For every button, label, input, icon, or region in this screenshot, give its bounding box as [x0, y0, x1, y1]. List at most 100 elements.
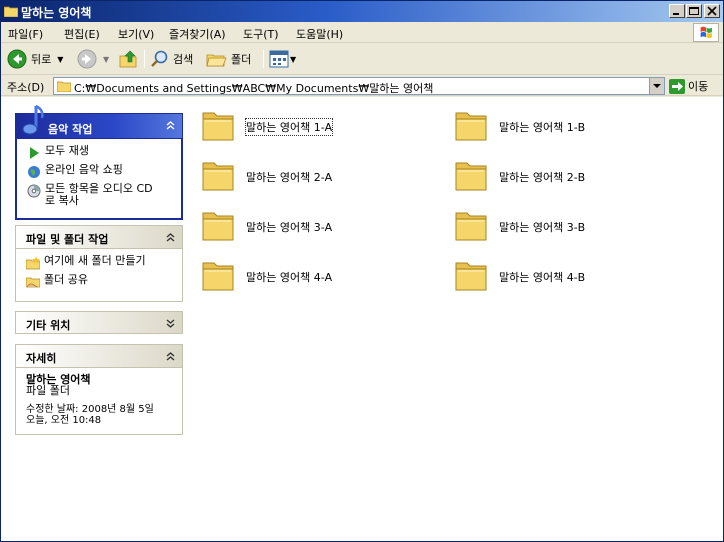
globe-icon	[28, 166, 40, 178]
chevron-up-icon[interactable]	[164, 231, 177, 244]
go-label: 이동	[688, 80, 709, 93]
other-places-panel: 기타 위치	[15, 311, 183, 334]
folder-label: 말하는 영어책 3-B	[499, 221, 586, 234]
play-all-link[interactable]: 모두 재생	[27, 145, 171, 161]
content-area: 음악 작업 모두 재생 온라인 음악 쇼핑 모든 항목을 오디오 CD 로 복사…	[1, 97, 723, 541]
play-all-label: 모두 재생	[45, 144, 89, 157]
details-modified-date: 수정한 날짜: 2008년 8월 5일	[26, 404, 154, 415]
forward-dropdown-icon[interactable]: ▼	[103, 55, 109, 64]
folder-icon	[455, 262, 487, 291]
chevron-down-icon	[653, 84, 661, 88]
menu-view[interactable]: 보기(V)	[118, 26, 154, 42]
folders-label: 폴더	[231, 53, 252, 66]
chevron-up-icon[interactable]	[164, 119, 177, 132]
folder-icon	[455, 162, 487, 191]
details-body: 말하는 영어책 파일 폴더 수정한 날짜: 2008년 8월 5일 오늘, 오전…	[15, 367, 183, 435]
file-folder-tasks-header[interactable]: 파일 및 폴더 작업	[15, 225, 183, 248]
chevron-down-icon[interactable]	[164, 317, 177, 330]
folder-icon	[202, 112, 234, 141]
address-label: 주소(D)	[7, 81, 45, 94]
copy-to-audio-cd-label-line2: 로 복사	[45, 194, 79, 207]
folder-label: 말하는 영어책 4-A	[246, 271, 333, 284]
search-icon	[151, 50, 168, 67]
forward-button[interactable]: ▼	[77, 48, 109, 70]
address-input[interactable]: C:₩Documents and Settings₩ABC₩My Documen…	[53, 77, 665, 95]
details-modified-time: 오늘, 오전 10:48	[26, 415, 102, 426]
menu-tools[interactable]: 도구(T)	[243, 26, 279, 42]
menu-favorites[interactable]: 즐겨찾기(A)	[169, 26, 226, 42]
close-button[interactable]	[704, 4, 720, 18]
make-new-folder-label: 여기에 새 폴더 만들기	[44, 254, 146, 267]
shop-music-online-label: 온라인 음악 쇼핑	[45, 163, 123, 176]
folder-icon	[57, 81, 71, 92]
file-folder-tasks-title: 파일 및 폴더 작업	[26, 233, 109, 246]
cd-icon	[27, 184, 41, 198]
details-item-type: 파일 폴더	[26, 384, 70, 397]
folder-label: 말하는 영어책 2-B	[499, 171, 586, 184]
title-bar[interactable]: 말하는 영어책	[1, 1, 723, 22]
shop-music-online-link[interactable]: 온라인 음악 쇼핑	[27, 164, 171, 180]
copy-to-audio-cd-link[interactable]: 모든 항목을 오디오 CD 로 복사	[27, 183, 171, 207]
up-folder-icon	[119, 50, 137, 68]
up-folder-button[interactable]	[119, 48, 139, 70]
go-arrow-icon	[669, 78, 685, 94]
chevron-up-icon[interactable]	[164, 350, 177, 363]
share-folder-link[interactable]: 폴더 공유	[26, 274, 172, 290]
back-dropdown-icon[interactable]: ▼	[57, 55, 63, 64]
views-icon	[269, 50, 289, 68]
folder-icon	[202, 212, 234, 241]
views-button[interactable]: ▼	[269, 48, 296, 70]
close-icon	[707, 6, 717, 16]
back-button[interactable]: 뒤로 ▼	[7, 48, 63, 70]
folder-icon	[202, 162, 234, 191]
file-folder-tasks-panel: 파일 및 폴더 작업 여기에 새 폴더 만들기 폴더 공유	[15, 225, 183, 302]
address-dropdown-button[interactable]	[649, 78, 664, 94]
back-arrow-icon	[7, 49, 27, 69]
search-label: 검색	[173, 53, 194, 66]
folder-icon	[202, 262, 234, 291]
play-icon	[30, 147, 39, 159]
music-tasks-title: 음악 작업	[48, 123, 93, 136]
details-panel: 자세히 말하는 영어책 파일 폴더 수정한 날짜: 2008년 8월 5일 오늘…	[15, 344, 183, 435]
share-folder-label: 폴더 공유	[44, 273, 88, 286]
menu-file[interactable]: 파일(F)	[8, 26, 43, 42]
folder-label: 말하는 영어책 1-A	[244, 118, 334, 136]
forward-arrow-icon	[77, 49, 97, 69]
make-new-folder-link[interactable]: 여기에 새 폴더 만들기	[26, 255, 172, 271]
music-tasks-header[interactable]: 음악 작업	[15, 104, 183, 139]
minimize-button[interactable]	[669, 4, 685, 18]
maximize-icon	[689, 7, 699, 15]
folder-label: 말하는 영어책 2-A	[246, 171, 333, 184]
details-header[interactable]: 자세히	[15, 344, 183, 367]
search-button[interactable]: 검색	[150, 48, 193, 70]
music-tasks-body: 모두 재생 온라인 음악 쇼핑 모든 항목을 오디오 CD 로 복사	[15, 139, 183, 220]
folder-icon	[455, 212, 487, 241]
maximize-button[interactable]	[686, 4, 702, 18]
share-folder-icon	[26, 277, 40, 288]
folder-icon	[455, 112, 487, 141]
address-value: C:₩Documents and Settings₩ABC₩My Documen…	[74, 82, 434, 95]
details-title: 자세히	[26, 352, 57, 365]
back-label: 뒤로	[31, 53, 52, 66]
other-places-title: 기타 위치	[26, 319, 71, 332]
menu-bar: 파일(F) 편집(E) 보기(V) 즐겨찾기(A) 도구(T) 도움말(H)	[1, 22, 723, 43]
address-bar: 주소(D) C:₩Documents and Settings₩ABC₩My D…	[1, 75, 723, 96]
menu-edit[interactable]: 편집(E)	[64, 26, 100, 42]
minimize-icon	[673, 13, 679, 15]
music-tasks-panel: 음악 작업 모두 재생 온라인 음악 쇼핑 모든 항목을 오디오 CD 로 복사	[15, 104, 183, 220]
file-folder-tasks-body: 여기에 새 폴더 만들기 폴더 공유	[15, 248, 183, 302]
other-places-header[interactable]: 기타 위치	[15, 311, 183, 334]
folder-label: 말하는 영어책 1-B	[499, 121, 586, 134]
go-button[interactable]: 이동	[669, 78, 708, 94]
toolbar-separator	[263, 50, 264, 68]
toolbar-separator	[144, 50, 145, 68]
new-folder-icon	[26, 256, 40, 270]
window-title: 말하는 영어책	[21, 6, 92, 20]
folder-icon	[4, 6, 18, 17]
folders-icon	[206, 54, 227, 67]
folders-button[interactable]: 폴더	[206, 48, 251, 70]
menu-help[interactable]: 도움말(H)	[296, 26, 343, 42]
explorer-window: 말하는 영어책 파일(F) 편집(E) 보기(V) 즐겨찾기(A) 도구(T) …	[0, 0, 724, 542]
views-dropdown-icon[interactable]: ▼	[290, 55, 296, 64]
toolbar: 뒤로 ▼ ▼ 검색 폴더 ▼	[1, 44, 723, 75]
